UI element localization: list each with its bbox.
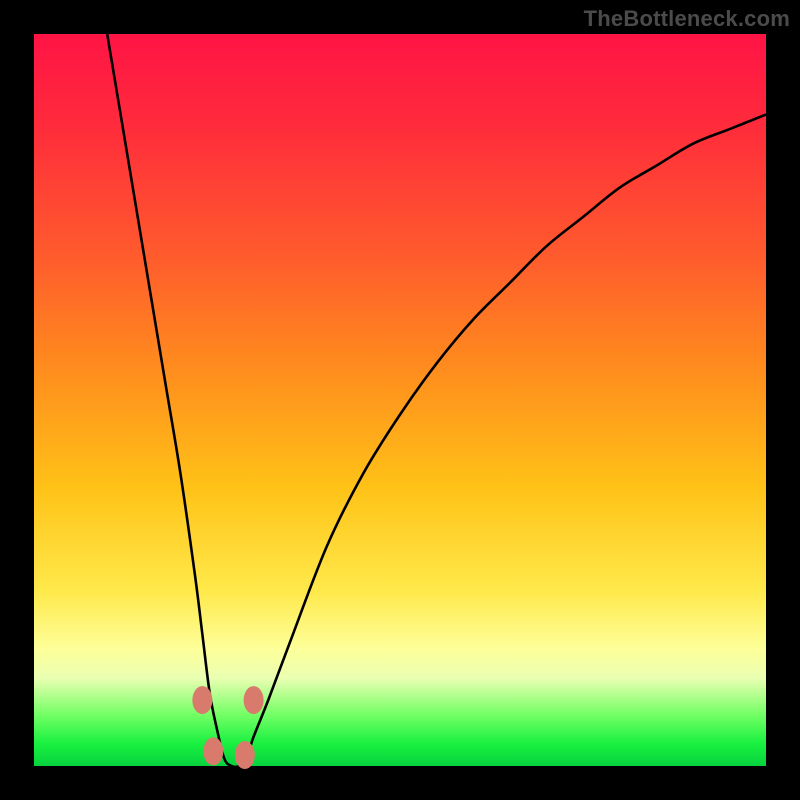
- curve-marker: [192, 686, 212, 714]
- bottleneck-curve: [34, 34, 766, 766]
- curve-marker: [203, 737, 223, 765]
- curve-path: [107, 34, 766, 767]
- chart-frame: TheBottleneck.com: [0, 0, 800, 800]
- curve-markers: [192, 686, 263, 769]
- curve-marker: [235, 741, 255, 769]
- curve-marker: [244, 686, 264, 714]
- watermark-text: TheBottleneck.com: [584, 6, 790, 32]
- plot-area: [34, 34, 766, 766]
